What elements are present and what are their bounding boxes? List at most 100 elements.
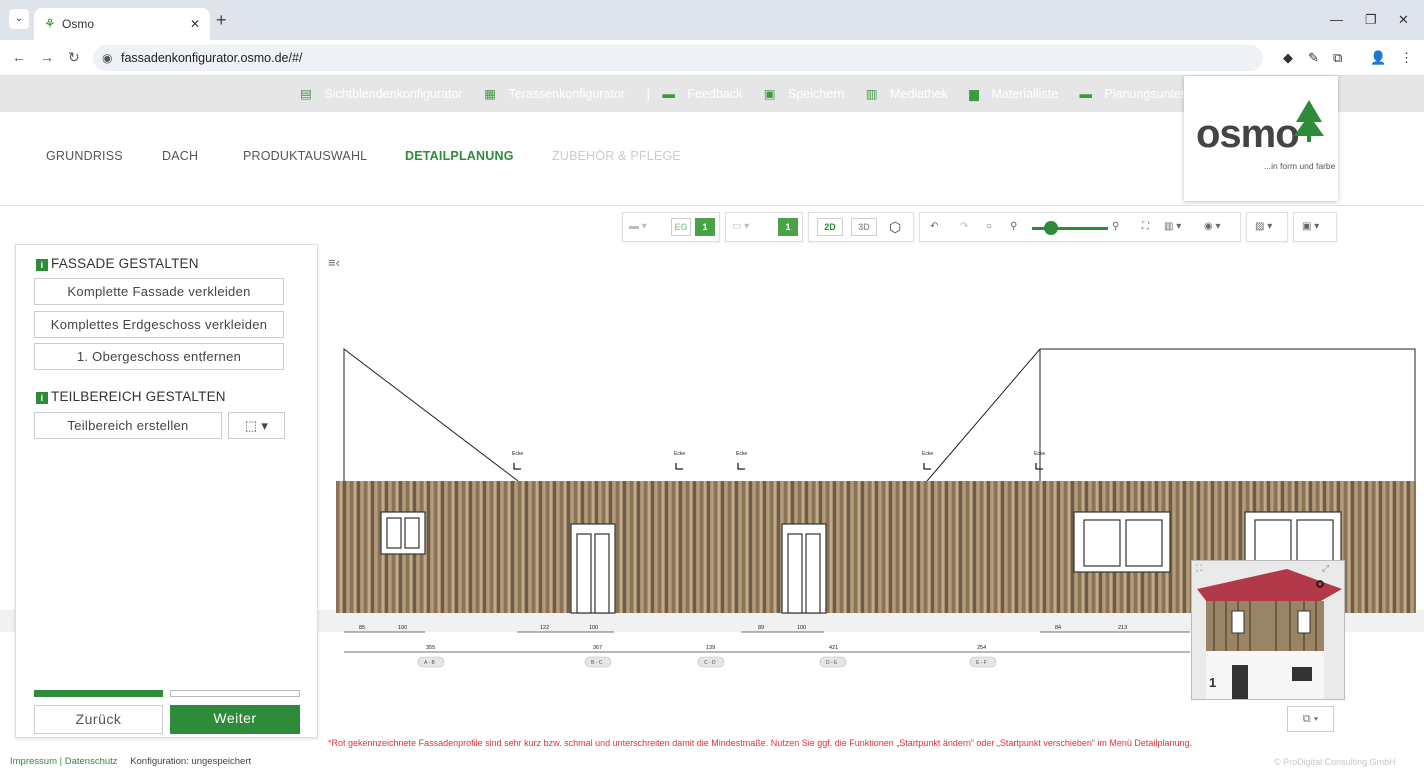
zoom-in-icon[interactable]: ⚲ (1112, 213, 1119, 241)
dim-label: 421 (829, 645, 838, 651)
undo-icon[interactable]: ↶ (930, 213, 938, 241)
browser-tabbar: ⌄ ⚘ Osmo Fassadenkonfigurator ✕ + — ❐ ✕ (0, 0, 1424, 63)
dim-label: 100 (797, 625, 806, 631)
menu-kebab-icon[interactable]: ⋮ (1400, 50, 1413, 66)
teilbereich-button[interactable]: Teilbereich erstellen (34, 412, 222, 439)
topmenu-label: Speichern (788, 87, 845, 101)
selection-dropdown[interactable]: ⬚ ▾ (228, 412, 285, 439)
chat-icon: ▬ (662, 87, 679, 101)
preview-expand-icon[interactable]: ⛶ (1196, 563, 1202, 574)
fit-icon[interactable]: ⛶ (1142, 213, 1149, 241)
dim-label: 213 (1118, 625, 1127, 631)
segment-label: E - F (976, 660, 987, 666)
erdgeschoss-button[interactable]: Komplettes Erdgeschoss verkleiden (34, 311, 284, 338)
selection-rect-icon: ⬚ ▾ (244, 418, 269, 433)
extension-icon[interactable]: ◆ (1283, 50, 1293, 66)
osmo-favicon-icon: ⚘ (44, 16, 56, 31)
folder-icon: ▬ (1079, 87, 1096, 101)
collapse-panel-icon[interactable]: ≡‹ (328, 255, 340, 270)
tab-dach[interactable]: DACH (162, 149, 198, 163)
dim-label: 84 (1055, 625, 1061, 631)
view-mode-group: 2D 3D ⬡ (808, 212, 914, 242)
segment-label: A - B (424, 660, 436, 666)
profile-icon[interactable]: 👤 (1370, 50, 1386, 66)
impressum-link[interactable]: Impressum | Datenschutz (10, 756, 118, 767)
mediathek-link[interactable]: ▥ Mediathek (866, 87, 957, 101)
speichern-link[interactable]: ▣ Speichern (764, 87, 854, 101)
osmo-logo: osmo ...in form und farbe (1184, 76, 1338, 201)
eye-icon[interactable]: ◉ ▾ (1204, 213, 1221, 241)
dim-label: 139 (706, 645, 715, 651)
back-button[interactable]: Zurück (34, 705, 163, 734)
corner-label: Ecke (674, 451, 685, 457)
zoom-out-icon[interactable]: ⚲ (1010, 213, 1017, 241)
cube-icon[interactable]: ⬡ (889, 213, 901, 241)
hatch-icon[interactable]: ▨ ▾ (1255, 213, 1272, 241)
profile-group: ▬ ▾ EG 1 (622, 212, 720, 242)
tab-detailplanung[interactable]: DETAILPLANUNG (405, 149, 514, 163)
hatch-group: ▨ ▾ (1246, 212, 1288, 242)
extensions-puzzle-icon[interactable]: ⧉ (1333, 50, 1342, 66)
design-panel: i FASSADE GESTALTEN ≡‹ Komplette Fassade … (15, 244, 340, 738)
tab-grundriss[interactable]: GRUNDRISS (46, 149, 123, 163)
layer-1-button[interactable]: 1 (778, 218, 798, 236)
segment-label: C - D (704, 660, 716, 666)
pen-icon[interactable]: ✎ (1308, 50, 1319, 66)
redo-icon[interactable]: ↷ (960, 213, 968, 241)
view-3d-button[interactable]: 3D (851, 218, 877, 236)
preview-fullscreen-icon[interactable]: ⤢ (1322, 563, 1329, 574)
dim-label: 355 (426, 645, 435, 651)
tree-icon (1294, 100, 1324, 142)
terassen-link[interactable]: ▦ Terassenkonfigurator (484, 87, 634, 101)
reset-icon[interactable]: ○ (986, 213, 992, 241)
back-arrow-icon[interactable]: ← (12, 49, 26, 65)
tab-zubehoer-pflege: ZUBEHÖR & PFLEGE (552, 149, 681, 163)
profile-icon[interactable]: ▬ ▾ (629, 213, 647, 241)
floor-1-button[interactable]: 1 (695, 218, 715, 236)
tab-produktauswahl[interactable]: PRODUKTAUSWAHL (243, 149, 367, 163)
zoom-slider-handle[interactable] (1044, 221, 1058, 235)
dim-label: 89 (758, 625, 764, 631)
topmenu-label: Materialliste (991, 87, 1059, 101)
section-header: i FASSADE GESTALTEN (36, 256, 199, 271)
sichtblenden-link[interactable]: ▤ Sichtblendenkonfigurator (300, 87, 472, 101)
feedback-link[interactable]: ▬ Feedback (662, 87, 751, 101)
forward-arrow-icon[interactable]: → (40, 49, 54, 65)
segment-label: B - C (591, 660, 603, 666)
komplette-fassade-button[interactable]: Komplette Fassade verkleiden (34, 278, 284, 305)
media-icon: ▥ (865, 87, 882, 101)
warning-note: *Rot gekennzeichnete Fassadenprofile sin… (328, 738, 1192, 748)
url-field[interactable]: ◉ fassadenkonfigurator.osmo.de/#/ (93, 45, 1263, 71)
section-header: i TEILBEREICH GESTALTEN (36, 389, 226, 404)
3d-preview[interactable]: 1 ⛶ ⤢ (1191, 560, 1345, 700)
preview-toggle-button[interactable]: ⧉ ▾ (1287, 706, 1334, 732)
new-tab-button[interactable]: + (216, 10, 227, 31)
dim-label: 254 (977, 645, 986, 651)
separator: | (646, 87, 650, 101)
reload-icon[interactable]: ↻ (68, 49, 80, 66)
corner-label: Ecke (736, 451, 747, 457)
obergeschoss-button[interactable]: 1. Obergeschoss entfernen (34, 343, 284, 370)
minimize-icon[interactable]: — (1330, 12, 1343, 27)
eg-button[interactable]: EG (671, 218, 691, 236)
dim-label: 85 (359, 625, 365, 631)
grid-icon: ▤ (300, 87, 316, 101)
next-button[interactable]: Weiter (170, 705, 300, 734)
close-tab-icon[interactable]: ✕ (190, 8, 200, 40)
columns-icon[interactable]: ▥ ▾ (1164, 213, 1181, 241)
comment-icon[interactable]: ▣ ▾ (1302, 213, 1319, 241)
dim-label: 367 (593, 645, 602, 651)
view-2d-button[interactable]: 2D (817, 218, 843, 236)
restore-icon[interactable]: ❐ (1365, 12, 1377, 28)
layer-icon[interactable]: ▭ ▾ (732, 213, 749, 241)
deck-icon: ▦ (484, 87, 500, 101)
info-icon: i (36, 392, 48, 404)
browser-tab[interactable]: ⚘ Osmo Fassadenkonfigurator ✕ (34, 8, 210, 63)
close-window-icon[interactable]: ✕ (1398, 12, 1409, 28)
materialliste-link[interactable]: ▆ Materialliste (969, 87, 1067, 101)
tab-list-button[interactable]: ⌄ (9, 9, 29, 29)
info-icon: i (36, 259, 48, 271)
topmenu-label: Mediathek (890, 87, 948, 101)
site-info-icon[interactable]: ◉ (102, 45, 112, 71)
corner-label: Ecke (512, 451, 523, 457)
